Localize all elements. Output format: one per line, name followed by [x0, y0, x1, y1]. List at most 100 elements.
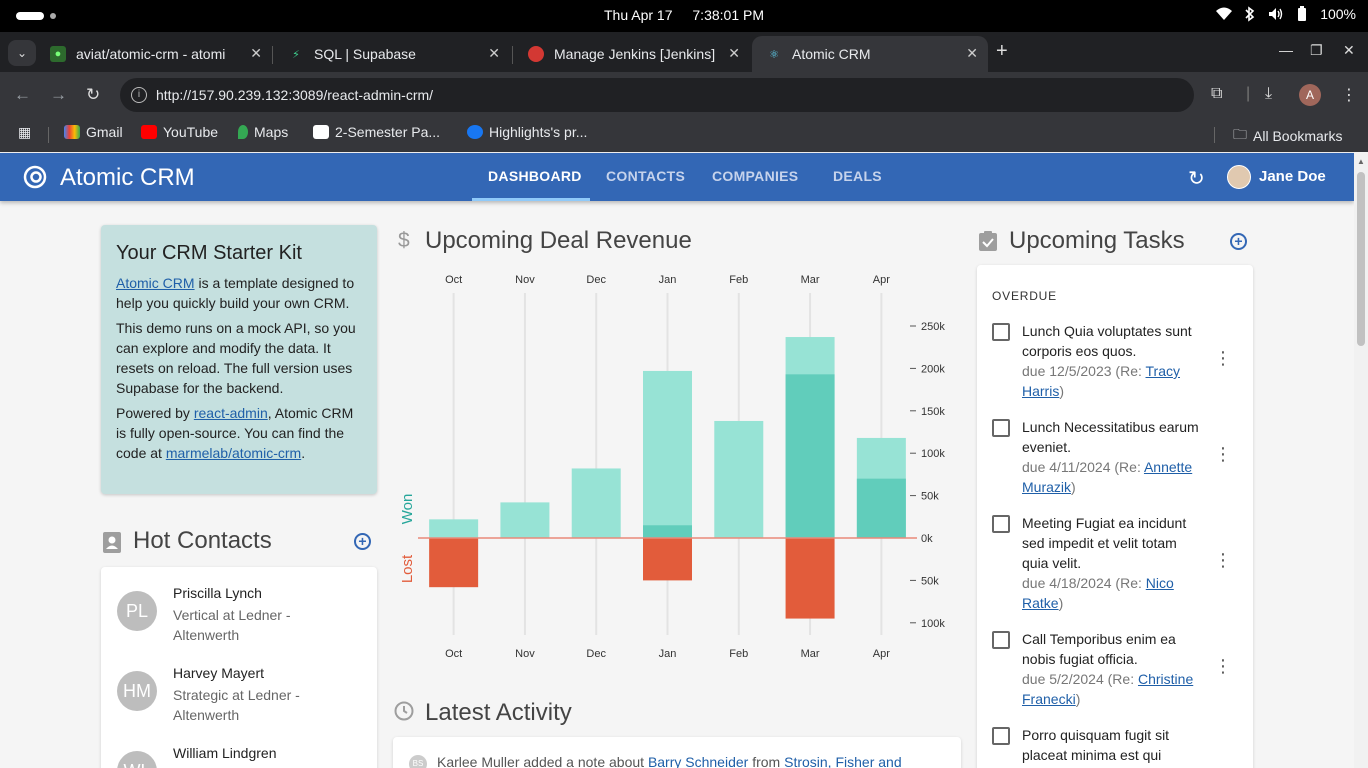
extensions-button[interactable]: ⧉ [1211, 85, 1222, 103]
back-button[interactable]: ← [14, 85, 31, 105]
new-tab-button[interactable]: + [996, 40, 1008, 63]
atomic-crm-logo-icon[interactable] [22, 164, 48, 190]
plus-circle-icon: + [358, 533, 367, 549]
profile-avatar[interactable]: A [1299, 84, 1321, 106]
task-body: Meeting Fugiat ea incidunt sed impedit e… [1022, 513, 1207, 613]
task-checkbox[interactable] [992, 727, 1010, 745]
maximize-window-button[interactable]: ❐ [1310, 42, 1323, 59]
task-menu-button[interactable]: ⋮ [1214, 657, 1232, 675]
close-tab-icon[interactable]: ✕ [488, 45, 500, 62]
task-menu-button[interactable]: ⋮ [1214, 445, 1232, 463]
task-checkbox[interactable] [992, 323, 1010, 341]
bluetooth-icon [1242, 6, 1258, 22]
tab-dashboard[interactable]: DASHBOARD [488, 168, 582, 184]
reload-button[interactable]: ↻ [86, 85, 100, 105]
bookmark-highlights[interactable]: Highlights's pr... [467, 124, 587, 140]
tab-search-button[interactable]: ⌄ [8, 40, 36, 66]
system-tray[interactable]: 100% [1216, 6, 1356, 22]
bar-won [785, 374, 835, 538]
bookmarks-bar: ▦ Gmail YouTube Maps 2-Semester Pa... Hi… [0, 118, 1368, 152]
avatar: HM [117, 671, 157, 711]
tab-contacts[interactable]: CONTACTS [606, 168, 685, 184]
contact-name: William Lindgren [173, 745, 277, 761]
task-menu-button[interactable]: ⋮ [1214, 349, 1232, 367]
scroll-up-arrow-icon[interactable]: ▲ [1357, 157, 1365, 166]
task-text: Lunch Necessitatibus earum eveniet. [1022, 419, 1199, 455]
x-tick-label-bottom: Feb [729, 648, 748, 660]
brand-name[interactable]: Atomic CRM [60, 164, 195, 192]
bookmark-divider [48, 127, 49, 143]
tab-divider [512, 46, 513, 64]
close-tab-icon[interactable]: ✕ [728, 45, 740, 62]
os-date: Thu Apr 17 [604, 7, 673, 23]
task-menu-button[interactable]: ⋮ [1214, 551, 1232, 569]
hot-contacts-title: Hot Contacts [133, 527, 272, 554]
clipboard-check-icon [978, 230, 998, 258]
x-tick-label-bottom: Apr [873, 648, 890, 660]
bookmark-label: YouTube [163, 124, 219, 140]
browser-tab-atomic-crm[interactable]: ⚛ Atomic CRM ✕ [752, 36, 988, 72]
task-text: Porro quisquam fugit sit placeat minima … [1022, 727, 1170, 763]
task-body: Porro quisquam fugit sit placeat minima … [1022, 725, 1207, 765]
bar-pending [571, 468, 621, 538]
task-checkbox[interactable] [992, 515, 1010, 533]
browser-menu-button[interactable]: ⋮ [1341, 85, 1357, 105]
bookmark-youtube[interactable]: YouTube [141, 124, 218, 140]
x-tick-label-bottom: Nov [515, 648, 535, 660]
refresh-button[interactable]: ↻ [1188, 166, 1205, 191]
atomic-crm-link[interactable]: Atomic CRM [116, 275, 195, 291]
close-tab-icon[interactable]: ✕ [250, 45, 262, 62]
task-body: Call Temporibus enim ea nobis fugiat off… [1022, 629, 1207, 709]
y-tick-label: 50k [921, 491, 939, 503]
activity-text-part: from [748, 754, 785, 768]
minimize-window-button[interactable]: — [1279, 42, 1293, 58]
upcoming-tasks-title: Upcoming Tasks [1009, 227, 1185, 254]
bar-lost [643, 538, 692, 581]
kebab-menu-icon: ⋮ [1214, 348, 1232, 368]
dollar-icon: $ [398, 229, 410, 252]
active-tab-indicator [472, 198, 590, 201]
folder-icon: 🗀 [1233, 126, 1247, 142]
apps-button[interactable]: ▦ [18, 124, 31, 141]
browser-tab-jenkins[interactable]: Manage Jenkins [Jenkins] ✕ [514, 36, 750, 72]
x-tick-label-top: Oct [445, 274, 462, 286]
task-checkbox[interactable] [992, 419, 1010, 437]
github-icon: ● [50, 46, 66, 62]
close-tab-icon[interactable]: ✕ [966, 45, 978, 62]
browser-tab-github[interactable]: ● aviat/atomic-crm - atomi ✕ [36, 36, 272, 72]
address-bar[interactable]: i http://157.90.239.132:3089/react-admin… [120, 78, 1194, 112]
task-due-date: due 4/11/2024 (Re: [1022, 459, 1144, 475]
company-link[interactable]: Strosin, Fisher and [784, 754, 902, 768]
user-name[interactable]: Jane Doe [1259, 168, 1326, 185]
y-tick-label: 200k [921, 363, 945, 375]
arrow-left-icon: ← [14, 85, 31, 104]
task-checkbox[interactable] [992, 631, 1010, 649]
bookmark-gmail[interactable]: Gmail [64, 124, 123, 140]
tab-deals[interactable]: DEALS [833, 168, 882, 184]
close-window-button[interactable]: ✕ [1343, 42, 1355, 59]
scrollbar-thumb[interactable] [1357, 172, 1365, 346]
task-due: due 4/18/2024 (Re: Nico Ratke) [1022, 575, 1174, 611]
browser-tab-supabase[interactable]: ⚡ SQL | Supabase ✕ [274, 36, 510, 72]
bookmark-maps[interactable]: Maps [238, 124, 288, 140]
add-contact-button[interactable]: + [354, 533, 371, 550]
add-task-button[interactable]: + [1230, 233, 1247, 250]
downloads-button[interactable]: ⤓ [1265, 85, 1272, 103]
x-tick-label-bottom: Oct [445, 648, 462, 660]
avatar: WL [117, 751, 157, 768]
user-avatar[interactable] [1227, 165, 1251, 189]
task-due-date: due 12/5/2023 (Re: [1022, 363, 1146, 379]
maps-pin-icon [238, 125, 248, 139]
site-info-icon[interactable]: i [131, 87, 147, 103]
github-repo-link[interactable]: marmelab/atomic-crm [166, 445, 301, 461]
all-bookmarks-button[interactable]: 🗀 All Bookmarks [1233, 124, 1342, 148]
bookmark-semester[interactable]: 2-Semester Pa... [313, 124, 440, 140]
contact-link[interactable]: Barry Schneider [648, 754, 748, 768]
os-clock[interactable]: Thu Apr 17 7:38:01 PM [0, 7, 1368, 23]
plus-circle-icon: + [1234, 233, 1243, 249]
forward-button[interactable]: → [50, 85, 67, 105]
tab-companies[interactable]: COMPANIES [712, 168, 798, 184]
react-admin-link[interactable]: react-admin [194, 405, 268, 421]
task-body: Lunch Quia voluptates sunt corporis eos … [1022, 321, 1207, 401]
activity-text: Karlee Muller added a note about Barry S… [437, 754, 902, 768]
